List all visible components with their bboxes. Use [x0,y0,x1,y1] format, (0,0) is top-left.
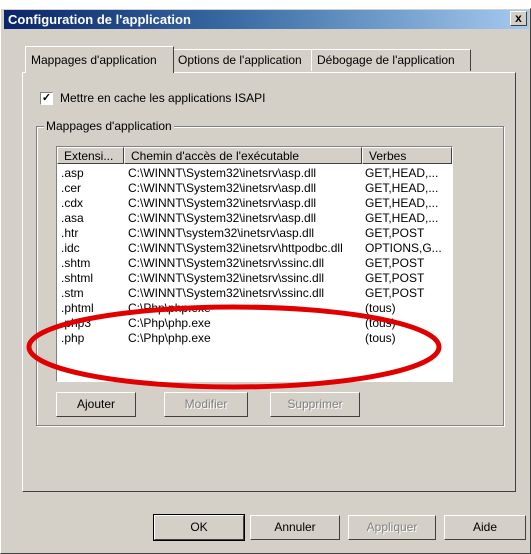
cache-isapi-label: Mettre en cache les applications ISAPI [60,91,266,105]
path-cell: C:\Php\php.exe [128,331,211,345]
add-button-label: Ajouter [76,397,116,411]
cache-isapi-checkbox[interactable]: ✓ [40,92,53,105]
verbs-cell: GET,POST [365,271,425,285]
ext-cell: .asp [61,166,84,180]
list-item[interactable]: .shtml C:\WINNT\System32\inetsrv\ssinc.dl… [57,271,452,286]
ok-button-label: OK [190,520,208,534]
ext-cell: .cdx [61,196,84,210]
column-header-label: Extensi... [64,149,114,163]
path-cell: C:\WINNT\System32\inetsrv\httpodbc.dll [128,241,343,255]
verbs-cell: OPTIONS,G... [365,241,442,255]
edit-button[interactable]: Modifier [164,392,248,417]
path-cell: C:\WINNT\System32\inetsrv\ssinc.dll [128,256,325,270]
list-item[interactable]: .asp C:\WINNT\System32\inetsrv\asp.dll GET… [57,166,452,181]
ext-cell: .cer [61,181,82,195]
list-item[interactable]: .cer C:\WINNT\System32\inetsrv\asp.dll GET… [57,181,452,196]
list-item[interactable]: .shtm C:\WINNT\System32\inetsrv\ssinc.dll… [57,256,452,271]
cancel-button-label: Annuler [274,520,316,534]
apply-button-label: Appliquer [366,520,418,534]
verbs-cell: (tous) [365,331,396,345]
ext-cell: .shtm [61,256,91,270]
list-item[interactable]: .php3 C:\Php\php.exe (tous) [57,316,452,331]
remove-button-label: Supprimer [287,397,343,411]
apply-button[interactable]: Appliquer [348,515,436,540]
verbs-cell: (tous) [365,301,396,315]
verbs-cell: GET,POST [365,256,425,270]
verbs-cell: (tous) [365,316,396,330]
ext-cell: .idc [61,241,80,255]
list-item[interactable]: .htr C:\WINNT\system32\inetsrv\asp.dll GET… [57,226,452,241]
verbs-cell: GET,HEAD,... [365,196,439,210]
group-title: Mappages d'application [44,119,174,133]
tab-label: Débogage de l'application [317,53,455,67]
window-title: Configuration de l'application [8,12,191,27]
add-button[interactable]: Ajouter [56,392,136,417]
column-header-label: Verbes [369,149,407,163]
list-item[interactable]: .asa C:\WINNT\System32\inetsrv\asp.dll GET… [57,211,452,226]
ext-cell: .php [61,331,85,345]
cancel-button[interactable]: Annuler [250,515,340,540]
ext-cell: .asa [61,211,84,225]
close-icon: x [515,11,522,25]
list-item[interactable]: .php C:\Php\php.exe (tous) [57,331,452,346]
ext-cell: .htr [61,226,79,240]
path-cell: C:\WINNT\System32\inetsrv\asp.dll [128,211,317,225]
remove-button[interactable]: Supprimer [270,392,360,417]
list-item[interactable]: .cdx C:\WINNT\System32\inetsrv\asp.dll GET… [57,196,452,211]
ext-cell: .stm [61,286,84,300]
check-icon: ✓ [41,92,52,104]
ok-button[interactable]: OK [153,514,245,541]
verbs-cell: GET,POST [365,286,425,300]
ext-cell: .shtml [61,271,94,285]
path-cell: C:\Php\php.exe [128,316,211,330]
help-button[interactable]: Aide [444,515,526,540]
ext-cell: .phtml [61,301,94,315]
mappings-list[interactable]: Extensi... Chemin d'accès de l'exécutabl… [56,146,453,382]
tab-options[interactable]: Options de l'application [172,49,312,71]
path-cell: C:\WINNT\System32\inetsrv\asp.dll [128,181,317,195]
list-item[interactable]: .stm C:\WINNT\System32\inetsrv\ssinc.dll G… [57,286,452,301]
help-button-label: Aide [472,520,498,534]
column-header-extension[interactable]: Extensi... [57,147,124,164]
verbs-cell: GET,HEAD,... [365,211,439,225]
verbs-cell: GET,POST [365,226,425,240]
verbs-cell: GET,HEAD,... [365,166,439,180]
column-header-verbs[interactable]: Verbes [362,147,452,164]
path-cell: C:\WINNT\System32\inetsrv\asp.dll [128,166,317,180]
list-item[interactable]: .idc C:\WINNT\System32\inetsrv\httpodbc.d… [57,241,452,256]
path-cell: C:\Php\php.exe [128,301,211,315]
path-cell: C:\WINNT\system32\inetsrv\asp.dll [128,226,315,240]
tab-mappings[interactable]: Mappages d'application [25,46,174,73]
ext-cell: .php3 [61,316,92,330]
edit-button-label: Modifier [184,397,228,411]
list-item[interactable]: .phtml C:\Php\php.exe (tous) [57,301,452,316]
verbs-cell: GET,HEAD,... [365,181,439,195]
column-header-label: Chemin d'accès de l'exécutable [131,149,300,163]
path-cell: C:\WINNT\System32\inetsrv\ssinc.dll [128,271,325,285]
path-cell: C:\WINNT\System32\inetsrv\ssinc.dll [128,286,325,300]
column-header-path[interactable]: Chemin d'accès de l'exécutable [124,147,362,164]
tab-label: Options de l'application [178,53,302,67]
title-bar[interactable]: Configuration de l'application [4,10,529,29]
close-button[interactable]: x [510,11,527,26]
tab-debug[interactable]: Débogage de l'application [311,49,471,71]
path-cell: C:\WINNT\System32\inetsrv\asp.dll [128,196,317,210]
tab-label: Mappages d'application [31,53,157,67]
